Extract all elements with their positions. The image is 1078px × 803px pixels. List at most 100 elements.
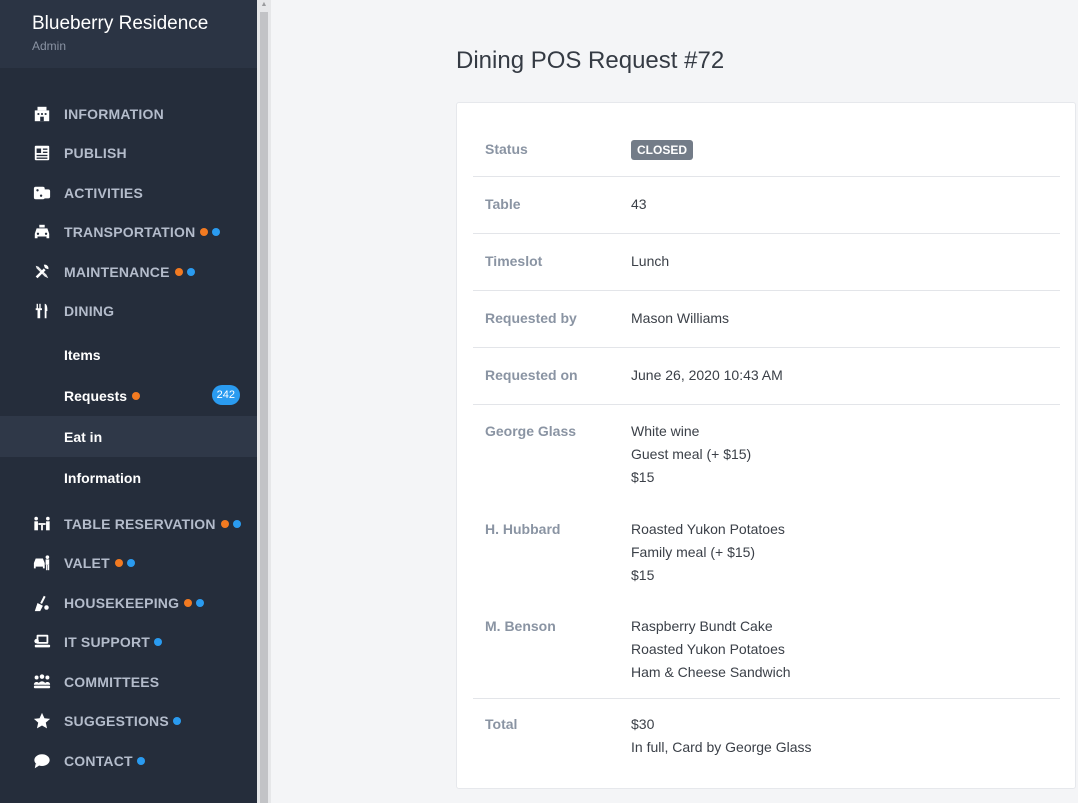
sidebar-item-label: IT SUPPORT [64, 634, 151, 651]
sidebar-item-contact[interactable]: CONTACT [0, 741, 257, 781]
order-line: Roasted Yukon Potatoes [631, 521, 785, 537]
detail-value: Lunch [631, 253, 670, 269]
sidebar-item-table-reservation[interactable]: TABLE RESERVATION [0, 504, 257, 544]
dice-icon [32, 183, 51, 202]
submenu-item-label: Eat in [64, 428, 103, 445]
sidebar-item-label: TRANSPORTATION [64, 224, 196, 241]
notification-dot [136, 756, 145, 765]
sidebar-item-dining[interactable]: DINING [0, 292, 257, 332]
sidebar: Blueberry Residence Admin INFORMATION PU… [0, 0, 257, 803]
sidebar-item-suggestions[interactable]: SUGGESTIONS [0, 702, 257, 742]
fork-knife-icon [32, 302, 51, 321]
order-line: Ham & Cheese Sandwich [631, 664, 791, 680]
detail-label: Requested on [485, 367, 578, 383]
order-line: $15 [631, 469, 655, 485]
details-list: Status CLOSED Table 43 Timeslot Lunch Re… [473, 119, 1060, 759]
detail-label: Table [485, 196, 521, 212]
guest-entry: H. Hubbard Roasted Yukon Potatoes Family… [473, 518, 1060, 615]
brand-name: Blueberry Residence [32, 13, 209, 34]
detail-label: Total [485, 716, 518, 732]
laptop-support-icon [32, 633, 51, 652]
building-icon [32, 104, 51, 123]
sidebar-item-label: HOUSEKEEPING [64, 594, 180, 611]
sidebar-item-committees[interactable]: COMMITTEES [0, 662, 257, 702]
notification-dot [126, 559, 135, 568]
sidebar-item-maintenance[interactable]: MAINTENANCE [0, 252, 257, 292]
notification-dot [196, 598, 205, 607]
requests-count-badge: 242 [211, 385, 240, 405]
sidebar-item-transportation[interactable]: TRANSPORTATION [0, 213, 257, 253]
request-details-card: Status CLOSED Table 43 Timeslot Lunch Re… [456, 102, 1076, 789]
order-line: Family meal (+ $15) [631, 544, 756, 560]
brand-role: Admin [32, 39, 67, 53]
table-reservation-icon [32, 514, 51, 533]
total-payment: In full, Card by George Glass [631, 739, 812, 755]
detail-label: Timeslot [485, 253, 543, 269]
notification-dot [174, 267, 183, 276]
notification-dot [186, 267, 195, 276]
detail-row-requested-on: Requested on June 26, 2020 10:43 AM [473, 348, 1060, 405]
detail-value: Mason Williams [631, 310, 730, 326]
total-amount: $30 [631, 716, 655, 732]
guest-entry: M. Benson Raspberry Bundt Cake Roasted Y… [473, 615, 1060, 684]
status-badge: CLOSED [631, 140, 694, 160]
sidebar-item-publish[interactable]: PUBLISH [0, 134, 257, 174]
sidebar-item-label: ACTIVITIES [64, 184, 144, 201]
tools-icon [32, 262, 51, 281]
sidebar-item-activities[interactable]: ACTIVITIES [0, 173, 257, 213]
order-line: White wine [631, 423, 700, 439]
group-icon [32, 672, 51, 691]
sidebar-item-label: COMMITTEES [64, 673, 160, 690]
submenu-item-items[interactable]: Items [0, 334, 257, 375]
detail-row-total: Total $30 In full, Card by George Glass [473, 699, 1060, 759]
newspaper-icon [32, 144, 51, 163]
sidebar-item-label: MAINTENANCE [64, 263, 170, 280]
brand-header[interactable]: Blueberry Residence Admin [0, 0, 257, 68]
notification-dot [114, 559, 123, 568]
guest-name: George Glass [485, 423, 577, 439]
detail-value: June 26, 2020 10:43 AM [631, 367, 783, 383]
detail-row-requested-by: Requested by Mason Williams [473, 291, 1060, 348]
valet-icon [32, 554, 51, 573]
notification-dot [172, 717, 181, 726]
guest-name: H. Hubbard [485, 521, 561, 537]
notification-dot [232, 519, 241, 528]
sidebar-item-information[interactable]: INFORMATION [0, 94, 257, 134]
sidebar-nav: INFORMATION PUBLISH ACTIVITIES TRANSPORT… [0, 94, 257, 781]
scrollbar-thumb[interactable] [260, 12, 268, 803]
submenu-item-label: Requests [64, 387, 128, 404]
sidebar-item-label: INFORMATION [64, 105, 164, 122]
submenu-item-label: Information [64, 469, 141, 486]
sidebar-item-label: SUGGESTIONS [64, 713, 169, 730]
scroll-up-arrow-icon[interactable]: ▲ [260, 0, 268, 10]
detail-label: Requested by [485, 310, 577, 326]
sidebar-item-label: VALET [64, 555, 110, 572]
sidebar-item-valet[interactable]: VALET [0, 544, 257, 584]
submenu-item-eat-in[interactable]: Eat in [0, 416, 257, 457]
notification-dot [132, 391, 141, 400]
sidebar-item-it-support[interactable]: IT SUPPORT [0, 623, 257, 663]
dining-submenu: Items Requests 242 Eat in Information [0, 331, 257, 504]
sidebar-item-label: PUBLISH [64, 145, 127, 162]
detail-row-guests: George Glass White wine Guest meal (+ $1… [473, 405, 1060, 699]
detail-value: 43 [631, 196, 647, 212]
order-line: Guest meal (+ $15) [631, 446, 752, 462]
detail-row-timeslot: Timeslot Lunch [473, 234, 1060, 291]
guest-name: M. Benson [485, 618, 556, 634]
submenu-item-label: Items [64, 346, 101, 363]
detail-label: Status [485, 141, 528, 157]
submenu-item-information[interactable]: Information [0, 457, 257, 498]
page-title: Dining POS Request #72 [456, 47, 725, 74]
detail-row-table: Table 43 [473, 177, 1060, 234]
detail-value: $30 In full, Card by George Glass [631, 713, 812, 759]
notification-dot [184, 598, 193, 607]
order-line: Raspberry Bundt Cake [631, 618, 773, 634]
submenu-item-requests[interactable]: Requests 242 [0, 375, 257, 416]
order-line: Roasted Yukon Potatoes [631, 641, 785, 657]
detail-value: CLOSED [631, 138, 694, 176]
notification-dot [212, 228, 221, 237]
broom-icon [32, 593, 51, 612]
notification-dot [200, 228, 209, 237]
taxi-icon [32, 223, 51, 242]
sidebar-item-housekeeping[interactable]: HOUSEKEEPING [0, 583, 257, 623]
